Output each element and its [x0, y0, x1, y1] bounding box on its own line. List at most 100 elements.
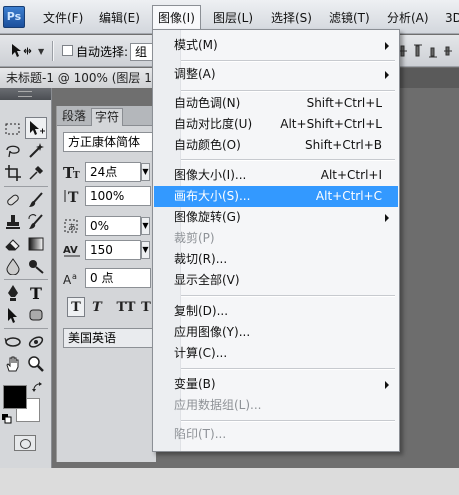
tracking-percent-input[interactable]: 0% — [85, 216, 141, 236]
menu-item-reveal-all[interactable]: 显示全部(V) — [154, 270, 398, 291]
foreground-color-swatch[interactable] — [3, 385, 27, 409]
options-divider — [52, 41, 54, 61]
tools-divider — [4, 328, 48, 329]
menu-item-auto-tone[interactable]: 自动色调(N) Shift+Ctrl+L — [154, 93, 398, 114]
menu-item-apply-data-set[interactable]: 应用数据组(L)... — [154, 395, 398, 416]
magic-wand-icon[interactable] — [25, 140, 47, 162]
canvas-area — [400, 88, 459, 495]
menu-layer[interactable]: 图层(L) — [210, 8, 256, 28]
submenu-arrow-icon — [385, 381, 389, 389]
align-buttons-icon[interactable] — [398, 43, 459, 59]
gradient-icon[interactable] — [25, 233, 47, 255]
faux-italic-button[interactable]: T — [89, 298, 105, 318]
menu-item-adjustments[interactable]: 调整(A) — [154, 64, 398, 85]
menu-edit[interactable]: 编辑(E) — [96, 8, 143, 28]
svg-text:a: a — [72, 272, 77, 281]
marquee-icon[interactable] — [2, 118, 24, 140]
eraser-icon[interactable] — [2, 233, 24, 255]
status-bar-area — [0, 468, 459, 495]
3d-rotate-icon[interactable] — [2, 331, 24, 353]
menu-item-duplicate[interactable]: 复制(D)... — [154, 301, 398, 322]
svg-text:T: T — [30, 284, 42, 302]
menu-item-image-rotation[interactable]: 图像旋转(G) — [154, 207, 398, 228]
menu-item-trap[interactable]: 陷印(T)... — [154, 424, 398, 445]
path-selection-icon[interactable] — [2, 304, 24, 326]
language-dropdown[interactable]: 美国英语 — [63, 328, 157, 348]
font-size-input[interactable]: 24点 — [85, 162, 141, 182]
tracking-percent-dropdown-icon[interactable]: ▼ — [141, 217, 150, 235]
menu-item-apply-image[interactable]: 应用图像(Y)... — [154, 322, 398, 343]
history-brush-icon[interactable] — [25, 211, 47, 233]
photoshop-logo-icon[interactable]: Ps — [3, 6, 25, 28]
3d-orbit-icon[interactable] — [25, 331, 47, 353]
menu-item-canvas-size[interactable]: 画布大小(S)... Alt+Ctrl+C — [154, 186, 398, 207]
font-size-icon: TT — [63, 164, 83, 183]
blur-icon[interactable] — [2, 255, 24, 277]
vertical-scale-input[interactable]: 100% — [85, 186, 151, 206]
faux-bold-button[interactable]: T — [67, 297, 85, 317]
vertical-scale-icon: T — [63, 188, 83, 207]
baseline-shift-icon: Aa — [63, 270, 83, 289]
svg-text:AV: AV — [63, 245, 78, 256]
menu-separator — [181, 159, 395, 161]
svg-text:T: T — [68, 190, 79, 204]
image-menu-dropdown: 模式(M) 调整(A) 自动色调(N) Shift+Ctrl+L 自动对比度(U)… — [152, 29, 400, 452]
menu-item-calculations[interactable]: 计算(C)... — [154, 343, 398, 364]
tools-panel-header[interactable] — [0, 88, 51, 100]
font-size-dropdown-icon[interactable]: ▼ — [141, 163, 150, 181]
menu-item-trim[interactable]: 裁切(R)... — [154, 249, 398, 270]
healing-brush-icon[interactable] — [2, 189, 24, 211]
brush-icon[interactable] — [25, 189, 47, 211]
crop-icon[interactable] — [2, 162, 24, 184]
menu-3d[interactable]: 3D — [442, 8, 459, 28]
default-colors-icon[interactable] — [2, 414, 12, 424]
menu-separator — [181, 368, 395, 370]
font-family-dropdown[interactable]: 方正康体简体 — [63, 132, 157, 152]
character-panel: 段落 字符 方正康体简体 TT 24点 ▼ T 100% あ 0% ▼ AV 1… — [56, 106, 157, 462]
tab-character[interactable]: 字符 — [91, 108, 124, 126]
pen-icon[interactable] — [2, 282, 24, 304]
tools-divider — [4, 279, 48, 280]
auto-select-label: 自动选择: — [76, 45, 129, 59]
tool-preset-dropdown-icon[interactable]: ▼ — [38, 47, 44, 56]
svg-text:T: T — [73, 171, 80, 180]
menu-analysis[interactable]: 分析(A) — [384, 8, 432, 28]
menu-filter[interactable]: 滤镜(T) — [326, 8, 373, 28]
menu-separator — [181, 420, 395, 422]
menu-item-auto-color[interactable]: 自动颜色(O) Shift+Ctrl+B — [154, 135, 398, 156]
menu-item-image-size[interactable]: 图像大小(I)... Alt+Ctrl+I — [154, 165, 398, 186]
shape-icon[interactable] — [25, 304, 47, 326]
svg-text:あ: あ — [68, 223, 76, 232]
small-caps-button[interactable]: T — [139, 298, 153, 318]
kerning-icon: AV — [63, 242, 85, 261]
kerning-input[interactable]: 150 — [85, 240, 141, 260]
auto-select-checkbox[interactable] — [62, 45, 73, 56]
tab-paragraph[interactable]: 段落 — [59, 108, 89, 126]
kerning-dropdown-icon[interactable]: ▼ — [141, 241, 150, 259]
menu-item-variables[interactable]: 变量(B) — [154, 374, 398, 395]
menu-file[interactable]: 文件(F) — [40, 8, 86, 28]
document-tab[interactable]: 未标题-1 @ 100% (图层 1, R — [0, 68, 160, 88]
hand-icon[interactable] — [2, 353, 24, 375]
swap-colors-icon[interactable] — [32, 382, 44, 394]
menu-item-auto-contrast[interactable]: 自动对比度(U) Alt+Shift+Ctrl+L — [154, 114, 398, 135]
menu-separator — [181, 90, 395, 92]
menu-separator — [181, 295, 395, 297]
baseline-shift-input[interactable]: 0 点 — [85, 268, 151, 288]
type-icon[interactable]: T — [25, 282, 47, 304]
all-caps-button[interactable]: TT — [115, 298, 137, 318]
tools-divider — [4, 186, 48, 187]
menu-select[interactable]: 选择(S) — [268, 8, 315, 28]
dodge-icon[interactable] — [25, 255, 47, 277]
submenu-arrow-icon — [385, 214, 389, 222]
menu-item-mode[interactable]: 模式(M) — [154, 35, 398, 56]
zoom-icon[interactable] — [25, 353, 47, 375]
quick-mask-button[interactable] — [14, 435, 36, 451]
move-tool-preset-icon[interactable] — [10, 43, 32, 59]
menu-item-crop[interactable]: 裁剪(P) — [154, 228, 398, 249]
lasso-icon[interactable] — [2, 140, 24, 162]
eyedropper-icon[interactable] — [25, 162, 47, 184]
menu-image[interactable]: 图像(I) — [152, 5, 201, 30]
move-icon[interactable] — [25, 117, 47, 139]
clone-stamp-icon[interactable] — [2, 211, 24, 233]
